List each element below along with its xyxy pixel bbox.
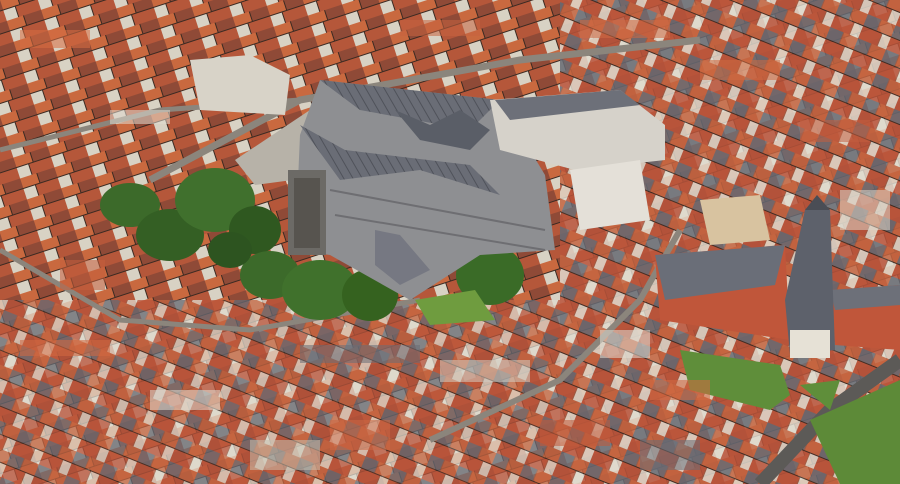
aerial-city-photo (0, 0, 900, 484)
stone-building-white (570, 160, 650, 230)
